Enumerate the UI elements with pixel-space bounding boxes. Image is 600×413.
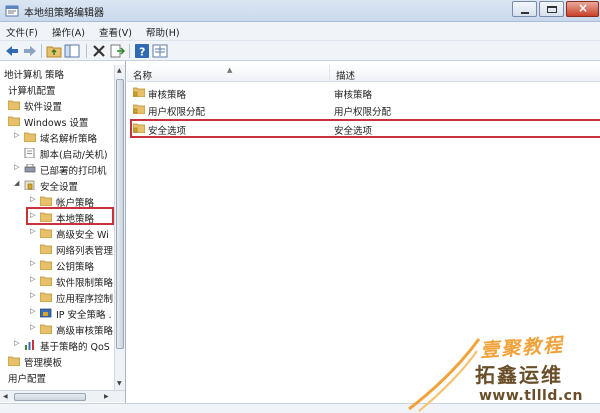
watermark-line3: www.tllld.cn [479,388,583,404]
svg-text:?: ? [139,46,145,59]
list-item-user-rights[interactable]: 用户权限分配 用户权限分配 [131,101,591,118]
security-icon [24,180,35,190]
back-arrow-icon[interactable] [4,43,20,59]
delete-icon[interactable] [91,43,107,59]
toolbar-separator [41,44,42,58]
title-bar: 本地组策略编辑器 × [0,0,600,22]
window-title: 本地组策略编辑器 [24,8,104,19]
folder-icon [24,132,36,142]
list-item-description: 审核策略 [334,90,373,101]
tree-vertical-scroll-thumb[interactable] [116,79,124,349]
show-hide-tree-icon[interactable] [64,43,80,59]
up-folder-icon[interactable] [46,43,62,59]
tree-item-label: 安全设置 [40,182,79,193]
export-list-icon[interactable] [109,43,125,59]
list-item-name: 审核策略 [148,90,187,101]
scroll-left-arrow-icon[interactable]: ◀ [3,393,8,400]
tree-item-label: 域名解析策略 [40,134,98,145]
tree-item-label: 网络列表管理 [56,246,114,257]
menu-bar: 文件(F) 操作(A) 查看(V) 帮助(H) [0,22,600,41]
tree-item-label: 基于策略的 QoS [40,342,110,353]
folder-icon [40,228,52,238]
toolbar: ? [0,41,600,61]
folder-open-icon [8,116,20,126]
expand-arrow-icon[interactable]: ▷ [30,195,38,203]
expand-arrow-icon[interactable]: ▷ [30,259,38,267]
folder-icon [40,276,52,286]
minimize-icon [521,12,529,14]
column-header-description[interactable]: 描述 [330,65,600,82]
folder-icon [40,324,52,334]
expand-arrow-icon[interactable]: ▷ [14,131,22,139]
collapse-arrow-icon[interactable]: ◢ [14,179,22,187]
tree-item-label: 软件限制策略 [56,278,114,289]
tree-horizontal-scroll-thumb[interactable] [14,393,86,401]
close-icon: × [578,1,589,15]
menu-help[interactable]: 帮助(H) [146,25,180,39]
toolbar-separator [129,44,130,58]
expand-arrow-icon[interactable]: ▷ [30,275,38,283]
folder-icon [40,260,52,270]
expand-arrow-icon[interactable]: ▷ [14,163,22,171]
expand-arrow-icon[interactable]: ▷ [30,323,38,331]
tree-item-label: 地计算机 策略 [4,70,65,81]
column-header-name[interactable]: 名称 ▲ [127,65,330,82]
menu-file[interactable]: 文件(F) [6,25,38,39]
folder-icon [40,244,52,254]
tree-item-label: 管理模板 [24,358,63,369]
scroll-up-arrow-icon[interactable]: ▲ [117,67,122,74]
expand-arrow-icon[interactable]: ▷ [30,291,38,299]
close-button[interactable]: × [566,1,599,17]
tree-item-label: 已部署的打印机 [40,166,107,177]
policy-editor-icon [5,5,19,17]
toolbar-separator [86,44,87,58]
folder-icon [8,356,20,366]
tree-item-label: 脚本(启动/关机) [40,150,108,161]
tree-item-label: 公钥策略 [56,262,95,273]
qos-chart-icon [25,340,34,350]
scroll-right-arrow-icon[interactable]: ▶ [104,393,109,400]
column-header-label: 描述 [336,71,356,82]
tree-item-label: 应用程序控制 [56,294,114,305]
script-icon [24,148,35,158]
menu-view[interactable]: 查看(V) [99,25,132,39]
sort-ascending-icon: ▲ [227,66,233,74]
ip-security-icon [40,308,52,318]
tree-item-label: 软件设置 [24,102,63,113]
expand-arrow-icon[interactable]: ▷ [30,227,38,235]
scroll-down-arrow-icon[interactable]: ▼ [117,380,122,387]
expand-arrow-icon[interactable]: ▷ [30,307,38,315]
properties-icon[interactable] [152,43,168,59]
minimize-button[interactable] [512,1,537,17]
tree-item-label: Windows 设置 [24,118,89,129]
console-tree: 地计算机 策略 计算机配置 软件设置 Windows 设置 ▷ 域名解析策略 脚… [0,61,126,403]
tree-vertical-scrollbar[interactable]: ▲ ▼ [114,65,125,390]
highlight-local-policies [26,207,114,225]
printer-icon [24,164,36,173]
tree-item-label: 高级审核策略 [56,326,114,337]
tree-item-label: IP 安全策略 . [56,310,112,321]
help-icon[interactable]: ? [134,43,150,59]
tree-item-label: 计算机配置 [8,86,56,97]
list-item-name: 用户权限分配 [148,107,206,118]
folder-icon [40,196,52,206]
list-item-audit-policy[interactable]: 审核策略 审核策略 [131,84,591,101]
tree-item-label: 高级安全 Wi [56,230,109,241]
maximize-icon [547,6,557,13]
column-header-label: 名称 [133,71,153,82]
maximize-button[interactable] [539,1,564,17]
expand-arrow-icon[interactable]: ▷ [14,339,22,347]
list-item-description: 用户权限分配 [334,107,392,118]
forward-arrow-icon[interactable] [22,43,38,59]
watermark-line2: 拓鑫运维 [475,363,563,387]
highlight-security-options [130,119,600,138]
folder-icon [8,100,20,110]
tree-item-label: 用户配置 [8,374,47,385]
menu-action[interactable]: 操作(A) [52,25,85,39]
policy-folder-icon [133,104,145,114]
policy-folder-icon [133,87,145,97]
tree-horizontal-scrollbar[interactable]: ◀ ▶ [0,390,125,402]
watermark: 壹聚教程 拓鑫运维 www.tllld.cn [405,325,600,413]
folder-icon [40,292,52,302]
